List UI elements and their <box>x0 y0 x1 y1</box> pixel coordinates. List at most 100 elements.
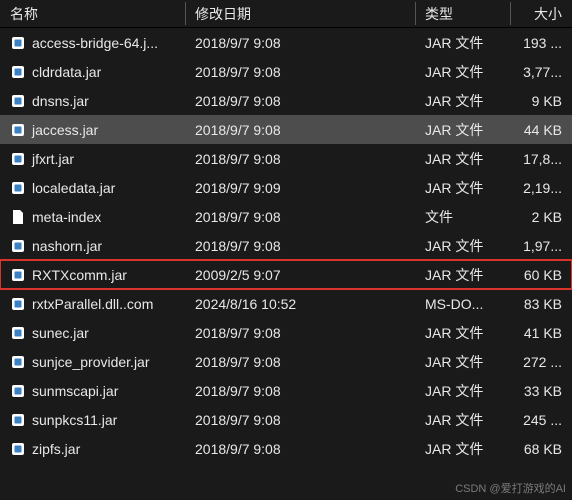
file-name-cell: jaccess.jar <box>0 122 185 138</box>
file-row[interactable]: cldrdata.jar 2018/9/7 9:08JAR 文件3,77... <box>0 57 572 86</box>
file-type-cell: JAR 文件 <box>415 236 510 256</box>
file-row[interactable]: sunmscapi.jar 2018/9/7 9:08JAR 文件33 KB <box>0 376 572 405</box>
file-row[interactable]: RXTXcomm.jar2009/2/5 9:07JAR 文件60 KB <box>0 260 572 289</box>
file-name-label: localedata.jar <box>32 180 115 196</box>
file-name-cell: dnsns.jar <box>0 93 185 109</box>
file-type-cell: JAR 文件 <box>415 410 510 430</box>
file-size-cell: 245 ... <box>510 412 572 428</box>
column-header-row: 名称 修改日期 类型 大小 <box>0 0 572 28</box>
file-size-cell: 33 KB <box>510 383 572 399</box>
jar-file-icon <box>10 180 26 196</box>
file-list: access-bridge-64.j...2018/9/7 9:08JAR 文件… <box>0 28 572 463</box>
file-modified-cell: 2018/9/7 9:08 <box>185 93 415 109</box>
file-size-cell: 272 ... <box>510 354 572 370</box>
column-header-type[interactable]: 类型 <box>415 0 510 27</box>
file-modified-cell: 2018/9/7 9:08 <box>185 354 415 370</box>
file-name-label: jaccess.jar <box>32 122 98 138</box>
jar-file-icon <box>10 441 26 457</box>
file-row[interactable]: access-bridge-64.j...2018/9/7 9:08JAR 文件… <box>0 28 572 57</box>
file-modified-cell: 2018/9/7 9:09 <box>185 180 415 196</box>
file-type-cell: JAR 文件 <box>415 149 510 169</box>
file-name-label: dnsns.jar <box>32 93 89 109</box>
file-row[interactable]: sunpkcs11.jar2018/9/7 9:08JAR 文件245 ... <box>0 405 572 434</box>
generic-file-icon <box>10 209 26 225</box>
file-row[interactable]: sunec.jar 2018/9/7 9:08JAR 文件41 KB <box>0 318 572 347</box>
file-row[interactable]: jfxrt.jar2018/9/7 9:08JAR 文件17,8... <box>0 144 572 173</box>
jar-file-icon <box>10 93 26 109</box>
file-name-label: sunmscapi.jar <box>32 383 118 399</box>
file-name-label: rxtxParallel.dll..com <box>32 296 153 312</box>
jar-file-icon <box>10 354 26 370</box>
column-header-name[interactable]: 名称 <box>0 0 185 27</box>
file-row[interactable]: jaccess.jar2018/9/7 9:08JAR 文件44 KB <box>0 115 572 144</box>
file-size-cell: 2 KB <box>510 209 572 225</box>
file-size-cell: 193 ... <box>510 35 572 51</box>
file-row[interactable]: localedata.jar 2018/9/7 9:09JAR 文件2,19... <box>0 173 572 202</box>
file-row[interactable]: nashorn.jar2018/9/7 9:08JAR 文件1,97... <box>0 231 572 260</box>
jar-file-icon <box>10 296 26 312</box>
file-name-label: access-bridge-64.j... <box>32 35 158 51</box>
file-size-cell: 60 KB <box>510 267 572 283</box>
jar-file-icon <box>10 122 26 138</box>
file-type-cell: JAR 文件 <box>415 91 510 111</box>
file-name-label: meta-index <box>32 209 101 225</box>
file-modified-cell: 2018/9/7 9:08 <box>185 64 415 80</box>
column-header-size-label: 大小 <box>534 4 562 24</box>
file-type-cell: JAR 文件 <box>415 178 510 198</box>
file-name-cell: access-bridge-64.j... <box>0 35 185 51</box>
file-modified-cell: 2009/2/5 9:07 <box>185 267 415 283</box>
file-row[interactable]: rxtxParallel.dll..com 2024/8/16 10:52MS-D… <box>0 289 572 318</box>
file-name-cell: sunec.jar <box>0 325 185 341</box>
file-size-cell: 68 KB <box>510 441 572 457</box>
file-type-cell: MS-DO... <box>415 296 510 312</box>
file-name-cell: rxtxParallel.dll..com <box>0 296 185 312</box>
file-modified-cell: 2018/9/7 9:08 <box>185 325 415 341</box>
file-size-cell: 2,19... <box>510 180 572 196</box>
file-modified-cell: 2018/9/7 9:08 <box>185 122 415 138</box>
file-name-cell: sunjce_provider.jar <box>0 354 185 370</box>
file-modified-cell: 2024/8/16 10:52 <box>185 296 415 312</box>
jar-file-icon <box>10 383 26 399</box>
file-size-cell: 44 KB <box>510 122 572 138</box>
jar-file-icon <box>10 325 26 341</box>
column-divider <box>510 2 511 25</box>
file-modified-cell: 2018/9/7 9:08 <box>185 238 415 254</box>
file-modified-cell: 2018/9/7 9:08 <box>185 383 415 399</box>
file-size-cell: 17,8... <box>510 151 572 167</box>
file-size-cell: 83 KB <box>510 296 572 312</box>
file-type-cell: JAR 文件 <box>415 352 510 372</box>
jar-file-icon <box>10 238 26 254</box>
file-type-cell: JAR 文件 <box>415 323 510 343</box>
file-modified-cell: 2018/9/7 9:08 <box>185 209 415 225</box>
file-size-cell: 1,97... <box>510 238 572 254</box>
file-type-cell: 文件 <box>415 207 510 227</box>
file-row[interactable]: meta-index 2018/9/7 9:08文件2 KB <box>0 202 572 231</box>
file-size-cell: 9 KB <box>510 93 572 109</box>
file-name-label: sunpkcs11.jar <box>32 412 117 428</box>
file-type-cell: JAR 文件 <box>415 62 510 82</box>
file-row[interactable]: dnsns.jar 2018/9/7 9:08JAR 文件9 KB <box>0 86 572 115</box>
jar-file-icon <box>10 412 26 428</box>
jar-file-icon <box>10 151 26 167</box>
file-name-cell: cldrdata.jar <box>0 64 185 80</box>
file-name-label: cldrdata.jar <box>32 64 101 80</box>
jar-file-icon <box>10 267 26 283</box>
file-size-cell: 41 KB <box>510 325 572 341</box>
file-row[interactable]: zipfs.jar2018/9/7 9:08JAR 文件68 KB <box>0 434 572 463</box>
jar-file-icon <box>10 35 26 51</box>
file-name-label: sunec.jar <box>32 325 89 341</box>
file-name-label: zipfs.jar <box>32 441 80 457</box>
file-name-cell: RXTXcomm.jar <box>0 267 185 283</box>
file-size-cell: 3,77... <box>510 64 572 80</box>
column-header-size[interactable]: 大小 <box>510 0 572 27</box>
file-name-label: sunjce_provider.jar <box>32 354 150 370</box>
file-name-cell: meta-index <box>0 209 185 225</box>
file-type-cell: JAR 文件 <box>415 381 510 401</box>
file-row[interactable]: sunjce_provider.jar 2018/9/7 9:08JAR 文件27… <box>0 347 572 376</box>
column-header-modified[interactable]: 修改日期 <box>185 0 415 27</box>
file-name-cell: jfxrt.jar <box>0 151 185 167</box>
file-name-label: jfxrt.jar <box>32 151 74 167</box>
file-modified-cell: 2018/9/7 9:08 <box>185 35 415 51</box>
file-modified-cell: 2018/9/7 9:08 <box>185 441 415 457</box>
file-name-cell: sunpkcs11.jar <box>0 412 185 428</box>
